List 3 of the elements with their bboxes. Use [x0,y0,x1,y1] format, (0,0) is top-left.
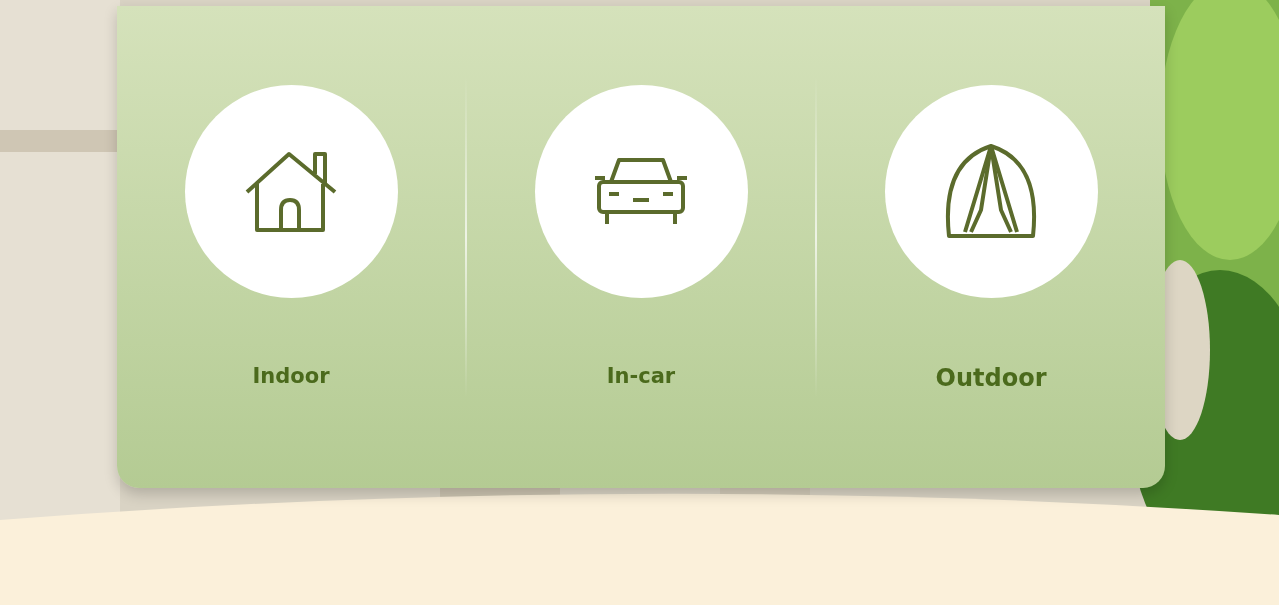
option-label: Outdoor [935,364,1047,392]
option-label: Indoor [252,364,330,388]
option-label: In-car [606,364,676,388]
